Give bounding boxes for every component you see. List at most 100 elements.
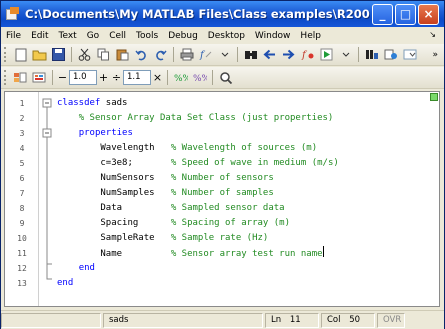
stack-dropdown-icon[interactable] — [216, 46, 233, 63]
paste-icon[interactable] — [114, 46, 131, 63]
cell-value-field-2[interactable]: 1.1 — [123, 70, 151, 85]
save-icon[interactable] — [50, 46, 67, 63]
back-icon[interactable] — [261, 46, 278, 63]
toolbar-grip[interactable] — [4, 47, 7, 62]
status-col: Col 50 — [321, 312, 375, 328]
code-line[interactable]: properties — [57, 126, 435, 141]
close-button[interactable]: × — [418, 3, 439, 25]
eval-cell-icon[interactable] — [31, 69, 48, 86]
maximize-button[interactable]: □ — [395, 3, 416, 25]
line-number[interactable]: 12 — [5, 261, 39, 276]
menu-file[interactable]: File — [1, 31, 26, 41]
line-number[interactable]: 3 — [5, 126, 39, 141]
undock-arrow-icon[interactable]: ↘ — [429, 30, 436, 39]
status-col-value: 50 — [349, 314, 361, 325]
code-line[interactable]: NumSamples % Number of samples — [57, 186, 435, 201]
find-icon[interactable] — [242, 46, 259, 63]
code-line[interactable]: c=3e8; % Speed of wave in medium (m/s) — [57, 156, 435, 171]
line-number[interactable]: 10 — [5, 231, 39, 246]
line-number[interactable]: 2 — [5, 111, 39, 126]
print-icon[interactable] — [178, 46, 195, 63]
code-line[interactable]: % Sensor Array Data Set Class (just prop… — [57, 111, 435, 126]
code-line[interactable]: NumSensors % Number of sensors — [57, 171, 435, 186]
code-line[interactable]: classdef sads — [57, 96, 435, 111]
window-title: C:\Documents\My MATLAB Files\Class examp… — [25, 7, 370, 21]
code-editor[interactable]: 1 2 3 4 5 6 7 8 9 10 11 12 13 classdef sads % Sensor… — [4, 91, 440, 307]
menu-desktop[interactable]: Desktop — [203, 31, 250, 41]
publish-icon[interactable]: %% — [191, 69, 208, 86]
undo-icon[interactable] — [133, 46, 150, 63]
code-line[interactable]: end — [57, 276, 435, 291]
redo-icon[interactable] — [152, 46, 169, 63]
code-text: c=3e8; — [100, 158, 171, 168]
menu-window[interactable]: Window — [250, 31, 296, 41]
svg-text:f: f — [301, 50, 308, 61]
menu-edit[interactable]: Edit — [26, 31, 53, 41]
code-line[interactable]: Wavelength % Wavelength of sources (m) — [57, 141, 435, 156]
svg-text:f: f — [199, 50, 206, 61]
line-number[interactable]: 1 — [5, 96, 39, 111]
line-number[interactable]: 5 — [5, 156, 39, 171]
line-number[interactable]: 4 — [5, 141, 39, 156]
copy-icon[interactable] — [95, 46, 112, 63]
line-number[interactable]: 8 — [5, 201, 39, 216]
line-number[interactable]: 11 — [5, 246, 39, 261]
code-line[interactable]: end — [57, 261, 435, 276]
forward-icon[interactable] — [280, 46, 297, 63]
cut-icon[interactable] — [76, 46, 93, 63]
line-number[interactable]: 6 — [5, 171, 39, 186]
line-number[interactable]: 9 — [5, 216, 39, 231]
cell-mode-icon[interactable] — [12, 69, 29, 86]
show-cell-icon[interactable] — [217, 69, 234, 86]
svg-text:%%: %% — [174, 74, 188, 84]
cell-toggle-icon[interactable]: %% — [172, 69, 189, 86]
code-line[interactable]: SampleRate % Sample rate (Hz) — [57, 231, 435, 246]
code-line[interactable]: Name % Sensor array test run name — [57, 246, 435, 261]
run-icon[interactable] — [318, 46, 335, 63]
code-comment: % Number of samples — [170, 188, 274, 198]
toolbar-separator — [71, 47, 72, 62]
line-number[interactable]: 13 — [5, 276, 39, 291]
set-breakpoint-icon[interactable]: f — [299, 46, 316, 63]
code-analyzer-status-icon[interactable] — [430, 93, 438, 101]
increment-button[interactable]: + — [97, 70, 110, 85]
code-text: Wavelength — [100, 143, 171, 153]
toolbar-separator — [212, 70, 213, 85]
code-text: NumSamples — [100, 188, 171, 198]
menu-cell[interactable]: Cell — [104, 31, 131, 41]
line-number[interactable]: 7 — [5, 186, 39, 201]
run-dropdown-icon[interactable] — [337, 46, 354, 63]
toolbar-overflow-icon[interactable]: » — [432, 50, 438, 60]
stack-select-icon[interactable] — [401, 46, 418, 63]
decrement-button[interactable]: − — [56, 70, 69, 85]
menu-help[interactable]: Help — [295, 31, 326, 41]
title-bar[interactable]: C:\Documents\My MATLAB Files\Class examp… — [1, 1, 444, 27]
code-line[interactable]: Spacing % Spacing of array (m) — [57, 216, 435, 231]
code-text: Spacing — [100, 218, 171, 228]
stack-icon[interactable] — [363, 46, 380, 63]
code-line[interactable]: Data % Sampled sensor data — [57, 201, 435, 216]
menu-bar: File Edit Text Go Cell Tools Debug Deskt… — [1, 27, 444, 44]
menu-text[interactable]: Text — [54, 31, 82, 41]
code-comment: % Number of sensors — [170, 173, 274, 183]
toolbar-grip[interactable] — [4, 70, 7, 85]
status-line-value: 11 — [289, 314, 301, 325]
multiply-button[interactable]: × — [151, 70, 164, 85]
new-file-icon[interactable] — [12, 46, 29, 63]
menu-tools[interactable]: Tools — [131, 31, 163, 41]
find-function-icon[interactable]: f — [197, 46, 214, 63]
cell-value-field-1[interactable]: 1.0 — [69, 70, 97, 85]
help-icon[interactable] — [382, 46, 399, 63]
open-icon[interactable] — [31, 46, 48, 63]
menu-go[interactable]: Go — [82, 31, 104, 41]
menu-debug[interactable]: Debug — [163, 31, 203, 41]
minimize-button[interactable]: _ — [372, 3, 393, 25]
code-keyword: end — [78, 263, 95, 273]
divide-button[interactable]: ÷ — [110, 70, 123, 85]
toolbar-separator — [52, 70, 53, 85]
